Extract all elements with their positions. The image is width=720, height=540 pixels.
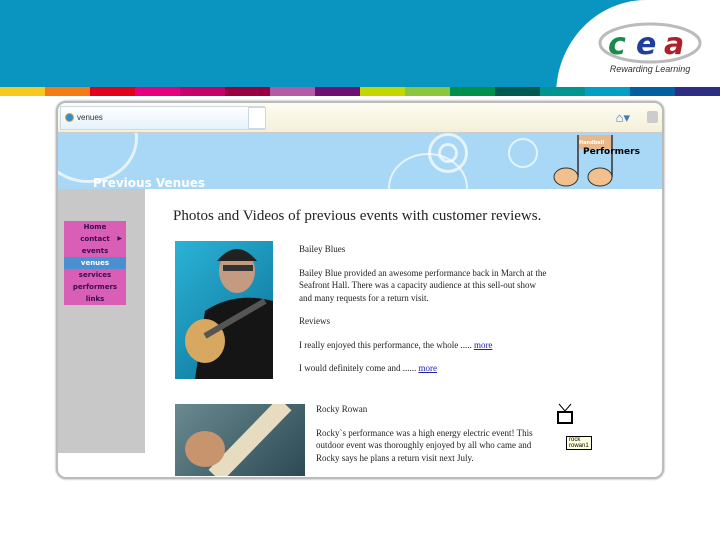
music-note-icon: Handbell (553, 135, 613, 187)
strip-segment (495, 87, 540, 96)
ie-icon (65, 113, 74, 122)
color-strip (0, 87, 720, 96)
strip-segment (180, 87, 225, 96)
review: I really enjoyed this performance, the w… (299, 339, 549, 352)
svg-text:e: e (636, 27, 656, 62)
banner-title: Previous Venues (93, 176, 206, 189)
strip-segment (540, 87, 585, 96)
nav-menu: Home contact ▶ events venues services per… (64, 221, 126, 305)
tab-venues[interactable]: venues (60, 106, 265, 130)
strip-segment (315, 87, 360, 96)
submenu-arrow-icon: ▶ (117, 235, 122, 242)
menu-item-events[interactable]: events (64, 245, 126, 257)
strip-segment (0, 87, 45, 96)
reviews-label: Reviews (299, 316, 330, 326)
strip-segment (135, 87, 180, 96)
menu-item-contact[interactable]: contact ▶ (64, 233, 126, 245)
svg-text:c: c (608, 27, 626, 62)
strip-segment (450, 87, 495, 96)
more-link[interactable]: more (418, 363, 437, 373)
tagline: Rewarding Learning (609, 64, 691, 74)
menu-item-venues[interactable]: venues (64, 257, 126, 269)
menu-item-services[interactable]: services (64, 269, 126, 281)
menu-label: contact (80, 235, 110, 243)
bailey-blues-photo (175, 241, 273, 379)
tv-video-icon[interactable] (555, 403, 575, 425)
cea-logo: c e a (598, 22, 702, 64)
menu-item-performers[interactable]: performers (64, 281, 126, 293)
performer-description: Bailey Blue provided an awesome performa… (299, 267, 547, 303)
review-text: I would definitely come and ...... (299, 363, 417, 373)
menu-item-home[interactable]: Home (64, 221, 126, 233)
home-icon[interactable]: ⌂▾ (616, 110, 630, 126)
more-link[interactable]: more (474, 340, 493, 350)
rocky-rowan-text: Rocky Rowan Rocky`s performance was a hi… (316, 403, 536, 475)
strip-segment (405, 87, 450, 96)
video-tooltip: rock rowan1 (566, 436, 592, 450)
rocky-rowan-photo (175, 397, 305, 483)
strip-segment (360, 87, 405, 96)
tab-title: venues (77, 113, 103, 122)
strip-segment (270, 87, 315, 96)
review: I would definitely come and ...... more (299, 362, 549, 375)
performers-badge: Performers (583, 147, 640, 157)
tab-bar: venues ⌂▾ (58, 103, 662, 133)
performer-name: Rocky Rowan (316, 404, 368, 414)
svg-text:a: a (664, 27, 684, 62)
menu-item-links[interactable]: links (64, 293, 126, 305)
strip-segment (45, 87, 90, 96)
strip-segment (585, 87, 630, 96)
strip-segment (90, 87, 135, 96)
feed-icon[interactable] (647, 111, 658, 123)
review-text: I really enjoyed this performance, the w… (299, 339, 472, 350)
new-tab-button[interactable] (248, 107, 266, 129)
bailey-blues-text: Bailey Blues Bailey Blue provided an awe… (299, 243, 549, 386)
performer-name: Bailey Blues (299, 244, 346, 254)
strip-segment (630, 87, 675, 96)
badge-top: Handbell (579, 140, 604, 146)
performer-description: Rocky`s performance was a high energy el… (316, 427, 533, 463)
page-heading: Photos and Videos of previous events wit… (173, 208, 542, 224)
strip-segment (675, 87, 720, 96)
strip-segment (225, 87, 270, 96)
sidebar: Home contact ▶ events venues services per… (58, 189, 145, 453)
